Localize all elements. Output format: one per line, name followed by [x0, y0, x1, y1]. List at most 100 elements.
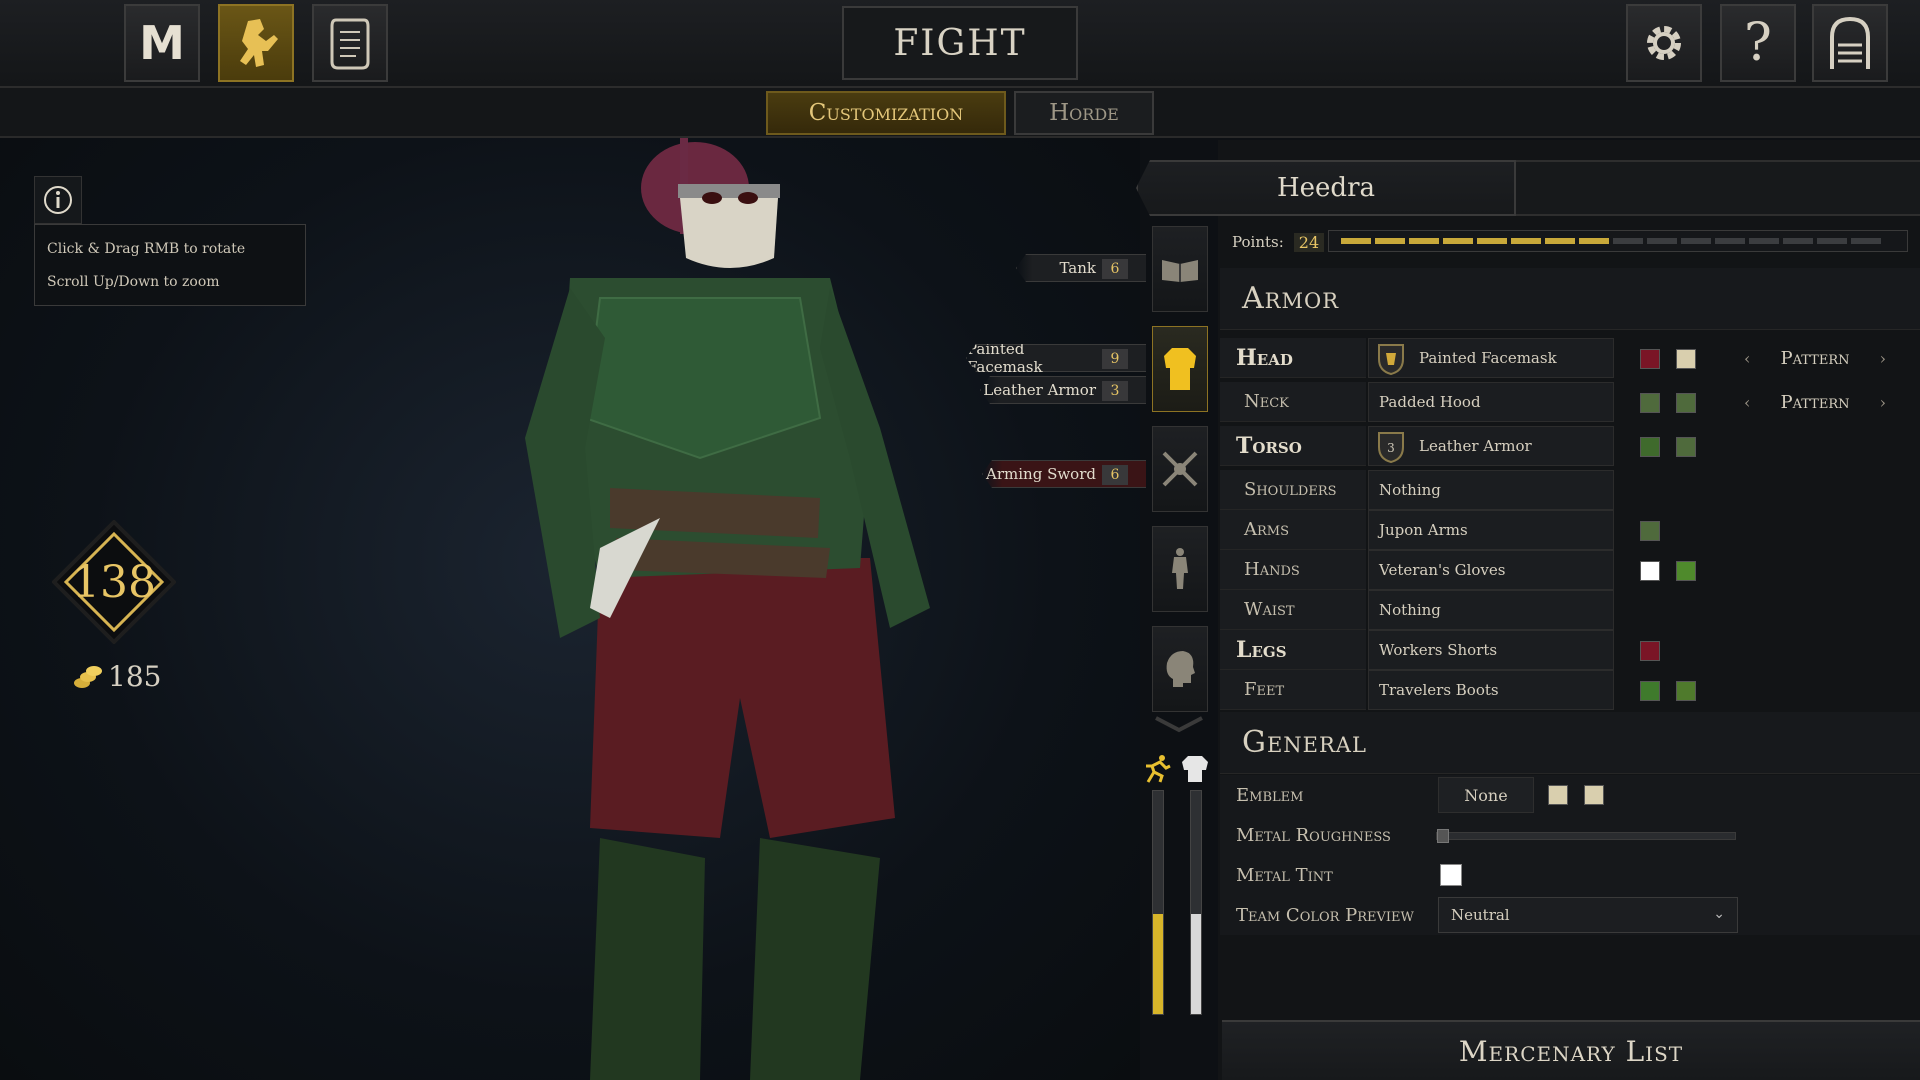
nav-face[interactable]: [1152, 626, 1208, 712]
slot-item-select[interactable]: Workers Shorts: [1368, 630, 1614, 670]
color-swatch-1[interactable]: [1640, 393, 1660, 413]
emblem-select[interactable]: None: [1438, 777, 1534, 813]
tab-horde[interactable]: Horde: [1014, 91, 1154, 135]
exit-button[interactable]: [1812, 4, 1888, 82]
info-icon: [44, 186, 72, 214]
slot-item-select[interactable]: Padded Hood: [1368, 382, 1614, 422]
armor-row-arms: Arms Jupon Arms: [1220, 510, 1920, 550]
tab-customization[interactable]: Customization: [766, 91, 1006, 135]
main-menu-button[interactable]: M: [124, 4, 200, 82]
shield-tier-icon: 3: [1378, 432, 1404, 463]
loadout-tag-perk[interactable]: Tank 6: [1016, 254, 1146, 282]
chevron-right-icon[interactable]: ›: [1876, 349, 1890, 368]
chevron-left-icon[interactable]: ‹: [1740, 393, 1754, 412]
color-swatch-1[interactable]: [1640, 349, 1660, 369]
color-swatch-1[interactable]: [1640, 437, 1660, 457]
nav-armor[interactable]: [1152, 326, 1208, 412]
color-swatch-2[interactable]: [1676, 393, 1696, 413]
slot-item-select[interactable]: Veteran's Gloves: [1368, 550, 1614, 590]
color-swatch-2[interactable]: [1676, 561, 1696, 581]
general-section-title: General: [1220, 712, 1920, 774]
points-row: Points: 24: [1220, 224, 1920, 260]
chevron-left-icon[interactable]: ‹: [1740, 349, 1754, 368]
slider-handle[interactable]: [1437, 829, 1449, 843]
help-button[interactable]: ?: [1720, 4, 1796, 82]
loadout-tag-weapon[interactable]: Arming Sword 6: [982, 460, 1146, 488]
color-swatch-1[interactable]: [1640, 681, 1660, 701]
tag-cost: 6: [1102, 465, 1128, 485]
loadout-tag-torso[interactable]: Leather Armor 3: [980, 376, 1146, 404]
coins-icon: [74, 665, 102, 688]
color-swatch-1[interactable]: [1640, 561, 1660, 581]
chevron-down-icon[interactable]: [1152, 714, 1206, 734]
points-segment: [1443, 238, 1473, 244]
armor-row-head: Head Painted Facemask ‹ Pattern ›: [1220, 338, 1920, 378]
category-nav: [1148, 220, 1210, 733]
team-color-value: Neutral: [1451, 906, 1510, 924]
metal-roughness-label: Metal Roughness: [1236, 824, 1391, 846]
slot-item-name: Nothing: [1379, 601, 1441, 619]
nav-weapons[interactable]: [1152, 426, 1208, 512]
mercenary-list-button[interactable]: Mercenary List: [1222, 1020, 1920, 1080]
points-segment: [1749, 238, 1779, 244]
head-armor-icon: [1378, 344, 1404, 375]
armor-row-legs: Legs Workers Shorts: [1220, 630, 1920, 670]
emblem-label: Emblem: [1236, 784, 1304, 806]
customization-button[interactable]: [218, 4, 294, 82]
points-segment: [1545, 238, 1575, 244]
tier-label: 3: [1387, 441, 1395, 455]
color-swatch-2[interactable]: [1676, 437, 1696, 457]
slot-item-select[interactable]: Nothing: [1368, 590, 1614, 630]
slot-item-select[interactable]: Nothing: [1368, 470, 1614, 510]
armor-white-icon: [1182, 756, 1208, 782]
points-value: 24: [1293, 232, 1325, 252]
team-color-label: Team Color Preview: [1236, 904, 1414, 926]
chevron-right-icon[interactable]: ›: [1876, 393, 1890, 412]
slot-label: Torso: [1220, 426, 1366, 466]
exit-door-icon: [1830, 16, 1870, 69]
points-segment: [1511, 238, 1541, 244]
team-color-dropdown[interactable]: Neutral ⌄: [1438, 897, 1738, 933]
controls-help: Click & Drag RMB to rotate Scroll Up/Dow…: [34, 176, 306, 306]
speed-meter-fill: [1153, 913, 1163, 1014]
book-icon: [1162, 260, 1198, 282]
loadout-tag-head[interactable]: Painted Facemask 9: [966, 344, 1146, 372]
pattern-label: Pattern: [1780, 391, 1850, 413]
nav-perks[interactable]: [1152, 226, 1208, 312]
points-segment: [1647, 238, 1677, 244]
slot-item-name: Jupon Arms: [1379, 521, 1468, 539]
head-icon: [1166, 651, 1195, 687]
nav-body[interactable]: [1152, 526, 1208, 612]
points-bar: [1328, 230, 1908, 252]
color-swatch-2[interactable]: [1676, 349, 1696, 369]
settings-button[interactable]: [1626, 4, 1702, 82]
tag-label: Tank: [1059, 259, 1096, 277]
armor-row-neck: Neck Padded Hood ‹ Pattern ›: [1220, 382, 1920, 422]
info-button[interactable]: [34, 176, 82, 224]
color-swatch-1[interactable]: [1640, 641, 1660, 661]
character-name[interactable]: Heedra: [1136, 160, 1516, 216]
score-value: 138: [72, 556, 156, 608]
slot-label: Neck: [1220, 382, 1366, 422]
armored-warrior-icon: [240, 19, 278, 67]
color-swatch-2[interactable]: [1676, 681, 1696, 701]
speed-meter: [1152, 790, 1164, 1015]
color-swatch-1[interactable]: [1640, 521, 1660, 541]
emblem-color-1[interactable]: [1548, 785, 1568, 805]
slot-item-select[interactable]: Painted Facemask: [1368, 338, 1614, 378]
tag-cost: 9: [1102, 349, 1128, 369]
emblem-color-2[interactable]: [1584, 785, 1604, 805]
tab-bar: Customization Horde: [0, 88, 1920, 138]
tag-cost: 6: [1102, 259, 1128, 279]
scroll-button[interactable]: [312, 4, 388, 82]
metal-tint-color[interactable]: [1440, 864, 1462, 886]
points-segment: [1817, 238, 1847, 244]
slot-item-select[interactable]: Travelers Boots: [1368, 670, 1614, 710]
fight-button[interactable]: FIGHT: [842, 6, 1078, 80]
slot-item-select[interactable]: Jupon Arms: [1368, 510, 1614, 550]
tag-label: Leather Armor: [983, 381, 1096, 399]
slot-item-name: Padded Hood: [1379, 393, 1481, 411]
points-segment: [1783, 238, 1813, 244]
metal-roughness-slider[interactable]: [1436, 829, 1736, 843]
slot-item-select[interactable]: 3 Leather Armor: [1368, 426, 1614, 466]
